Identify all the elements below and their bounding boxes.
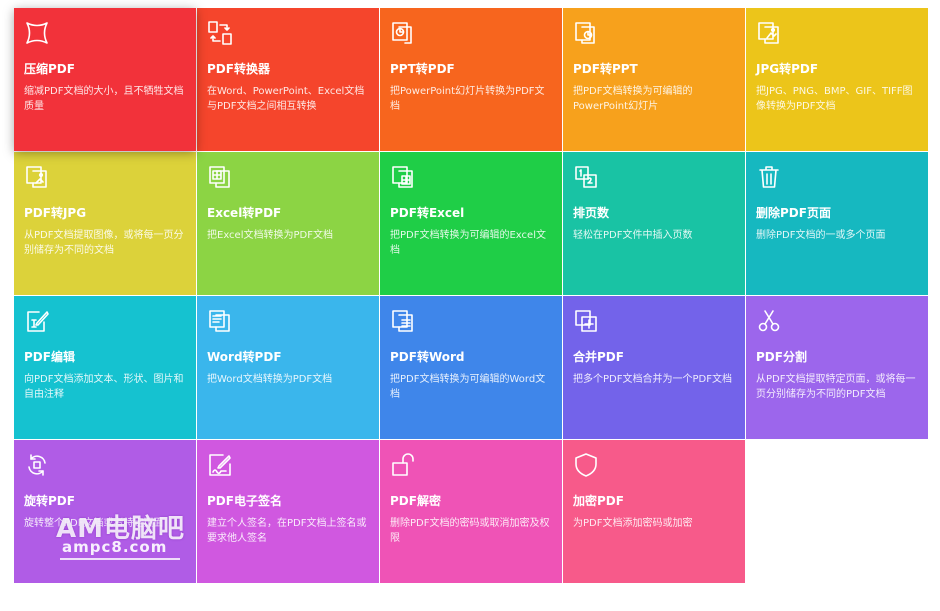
tool-description: 旋转整个PDF文档或者特定页面	[24, 518, 164, 529]
tool-tile[interactable]: PDF编辑向PDF文档添加文本、形状、图片和自由注释	[14, 296, 196, 439]
tool-title: PDF转Word	[390, 350, 465, 364]
tool-description: 把PDF文档转换为可编辑的Word文档	[390, 374, 546, 400]
ppt-icon	[390, 20, 416, 46]
tool-title: Word转PDF	[207, 350, 282, 364]
tools-grid: 压缩PDF 缩减PDF文档的大小，且不牺牲文档质量 PDF转换器在Word、Powe…	[14, 8, 928, 583]
tool-description: 为PDF文档添加密码或加密	[573, 518, 693, 529]
tool-tile[interactable]: 加密PDF 为PDF文档添加密码或加密	[563, 440, 745, 583]
tool-title: PDF转换器	[207, 62, 270, 76]
tool-description: 把PDF文档转换为可编辑的Excel文档	[390, 230, 546, 256]
trash-icon	[756, 164, 782, 190]
tool-description: 建立个人签名，在PDF文档上签名或要求他人签名	[207, 518, 367, 544]
edit-icon	[24, 308, 50, 334]
tool-tile[interactable]: 压缩PDF 缩减PDF文档的大小，且不牺牲文档质量	[14, 8, 196, 151]
tool-description: 缩减PDF文档的大小，且不牺牲文档质量	[24, 86, 184, 112]
tool-description: 向PDF文档添加文本、形状、图片和自由注释	[24, 374, 184, 400]
tool-description: 删除PDF文档的一或多个页面	[756, 230, 886, 241]
tool-tile[interactable]: PDF转Word 把PDF文档转换为可编辑的Word文档	[380, 296, 562, 439]
tool-tile[interactable]: Word转PDF 把Word文档转换为PDF文档	[197, 296, 379, 439]
tool-tile[interactable]: 旋转PDF 旋转整个PDF文档或者特定页面	[14, 440, 196, 583]
unlock-icon	[390, 452, 416, 478]
document-icon	[207, 308, 233, 334]
tool-title: Excel转PDF	[207, 206, 282, 220]
tool-title: PDF分割	[756, 350, 807, 364]
convert-icon	[207, 20, 233, 46]
tool-description: 从PDF文档提取特定页面，或将每一页分别储存为不同的PDF文档	[756, 374, 916, 400]
tool-tile[interactable]: PDF分割从PDF文档提取特定页面，或将每一页分别储存为不同的PDF文档	[746, 296, 928, 439]
word-file-icon	[390, 308, 416, 334]
tool-tile[interactable]: PDF转JPG 从PDF文档提取图像，或将每一页分别储存为不同的文档	[14, 152, 196, 295]
merge-icon	[573, 308, 599, 334]
tool-title: 加密PDF	[573, 494, 624, 508]
tool-description: 从PDF文档提取图像，或将每一页分别储存为不同的文档	[24, 230, 184, 256]
page-number-icon	[573, 164, 599, 190]
tool-description: 删除PDF文档的密码或取消加密及权限	[390, 518, 550, 544]
tool-title: PDF编辑	[24, 350, 75, 364]
tool-tile[interactable]: PPT转PDF 把PowerPoint幻灯片转换为PDF文档	[380, 8, 562, 151]
tool-title: 删除PDF页面	[756, 206, 831, 220]
tool-title: PDF电子签名	[207, 494, 282, 508]
tool-description: 在Word、PowerPoint、Excel文档与PDF文档之间相互转换	[207, 86, 365, 112]
tool-tile[interactable]: PDF电子签名建立个人签名，在PDF文档上签名或要求他人签名	[197, 440, 379, 583]
tool-title: PDF解密	[390, 494, 441, 508]
tool-title: PPT转PDF	[390, 62, 455, 76]
tool-tile[interactable]: 删除PDF页面删除PDF文档的一或多个页面	[746, 152, 928, 295]
image-icon	[756, 20, 782, 46]
tool-description: 把Word文档转换为PDF文档	[207, 374, 333, 385]
table-icon	[207, 164, 233, 190]
scissors-icon	[756, 308, 782, 334]
excel-file-icon	[390, 164, 416, 190]
tool-tile[interactable]: JPG转PDF 把JPG、PNG、BMP、GIF、TIFF图像转换为PDF文档	[746, 8, 928, 151]
tool-description: 轻松在PDF文件中插入页数	[573, 230, 693, 241]
tool-tile[interactable]: Excel转PDF 把Excel文档转换为PDF文档	[197, 152, 379, 295]
tool-title: 排页数	[573, 206, 610, 220]
tool-title: 旋转PDF	[24, 494, 75, 508]
ppt-file-icon	[573, 20, 599, 46]
jpg-file-icon	[24, 164, 50, 190]
tool-tile[interactable]: 合并PDF 把多个PDF文档合并为一个PDF文档	[563, 296, 745, 439]
tool-description: 把PowerPoint幻灯片转换为PDF文档	[390, 86, 545, 112]
tool-title: 压缩PDF	[24, 62, 75, 76]
tool-title: PDF转Excel	[390, 206, 465, 220]
tool-description: 把JPG、PNG、BMP、GIF、TIFF图像转换为PDF文档	[756, 86, 913, 112]
tool-title: 合并PDF	[573, 350, 624, 364]
tool-description: 把多个PDF文档合并为一个PDF文档	[573, 374, 732, 385]
tool-title: JPG转PDF	[756, 62, 819, 76]
tool-tile[interactable]: PDF转PPT 把PDF文档转换为可编辑的PowerPoint幻灯片	[563, 8, 745, 151]
tool-title: PDF转PPT	[573, 62, 638, 76]
signature-icon	[207, 452, 233, 478]
tool-description: 把PDF文档转换为可编辑的PowerPoint幻灯片	[573, 86, 693, 112]
tool-title: PDF转JPG	[24, 206, 87, 220]
tool-description: 把Excel文档转换为PDF文档	[207, 230, 333, 241]
compress-icon	[24, 20, 50, 46]
tool-tile[interactable]: PDF转Excel 把PDF文档转换为可编辑的Excel文档	[380, 152, 562, 295]
rotate-icon	[24, 452, 50, 478]
tool-tile[interactable]: PDF转换器在Word、PowerPoint、Excel文档与PDF文档之间相互…	[197, 8, 379, 151]
shield-icon	[573, 452, 599, 478]
tool-tile[interactable]: 排页数轻松在PDF文件中插入页数	[563, 152, 745, 295]
tool-tile[interactable]: PDF解密删除PDF文档的密码或取消加密及权限	[380, 440, 562, 583]
